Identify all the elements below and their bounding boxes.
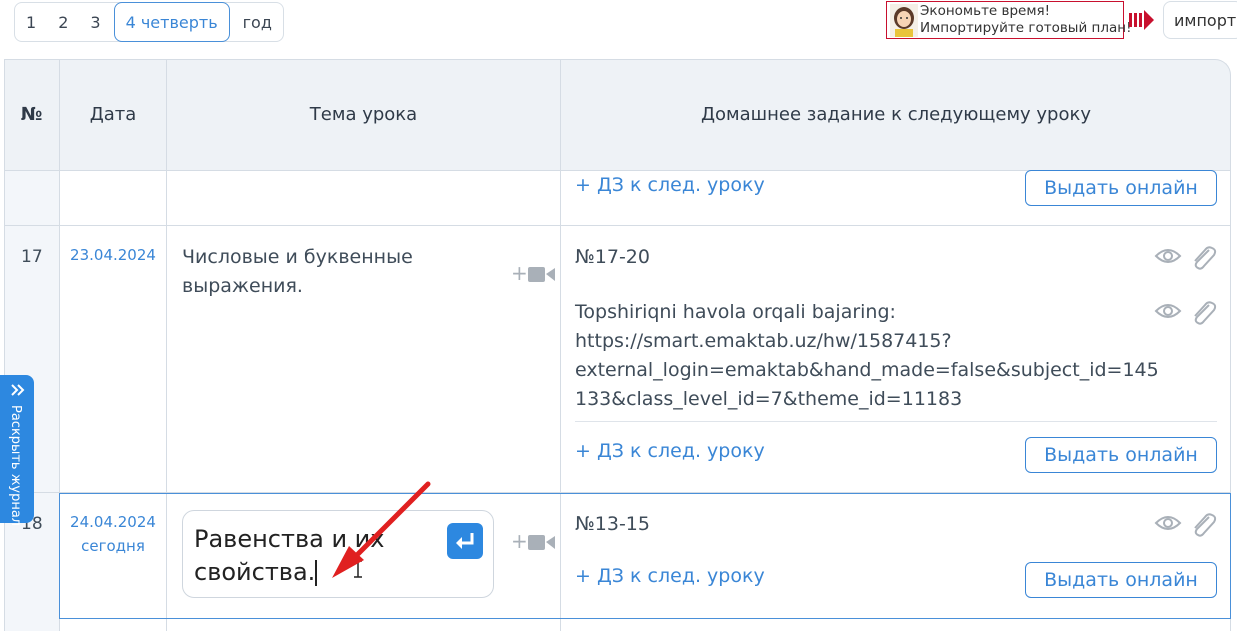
- tab-quarter-1[interactable]: 1: [15, 4, 47, 40]
- homework-text: №13-15: [575, 513, 650, 535]
- topic-input-line-text: свойства.: [194, 558, 316, 586]
- promo-text: Экономьте время! Импортируйте готовый пл…: [920, 3, 1132, 37]
- header-date: Дата: [89, 104, 137, 125]
- text-caret: [315, 560, 318, 586]
- add-homework-link[interactable]: + ДЗ к след. уроку: [575, 440, 765, 462]
- tab-year[interactable]: год: [232, 4, 283, 40]
- lesson-date[interactable]: 23.04.2024: [60, 243, 166, 267]
- video-lesson-icon[interactable]: +: [511, 264, 555, 284]
- header-topic: Тема урока: [309, 104, 418, 125]
- attachment-icon[interactable]: [1189, 511, 1217, 539]
- eye-icon[interactable]: [1154, 246, 1182, 266]
- attachment-icon[interactable]: [1189, 299, 1217, 327]
- homework-line: Topshiriqni havola orqali bajaring:: [575, 301, 896, 323]
- give-online-button[interactable]: Выдать онлайн: [1025, 437, 1217, 473]
- eye-icon[interactable]: [1154, 513, 1182, 533]
- svg-text:+: +: [511, 264, 528, 284]
- promo-line-1: Экономьте время!: [920, 3, 1051, 19]
- homework-line: external_login=emaktab&hand_made=false&s…: [575, 359, 1159, 381]
- quarter-tabs: 1 2 3 4 четверть год: [14, 2, 284, 42]
- row-number: 17: [21, 247, 43, 267]
- lesson-topic[interactable]: Числовые и буквенные выражения.: [182, 243, 482, 301]
- double-chevron-icon: [11, 384, 25, 396]
- tab-quarter-4[interactable]: 4 четверть: [113, 2, 230, 42]
- homework-line: 133&class_level_id=7&theme_id=11183: [575, 388, 963, 410]
- header-number: №: [20, 104, 43, 125]
- tab-quarter-3[interactable]: 3: [79, 4, 111, 40]
- give-online-button[interactable]: Выдать онлайн: [1025, 562, 1217, 598]
- date-value: 24.04.2024: [70, 513, 156, 531]
- homework-line: https://smart.emaktab.uz/hw/1587415?: [575, 330, 952, 352]
- import-button[interactable]: импорт: [1163, 1, 1237, 39]
- enter-icon: [456, 533, 474, 549]
- expand-journal-label-wrap: Раскрыть журнал: [4, 405, 30, 526]
- svg-text:+: +: [511, 532, 528, 552]
- lesson-date[interactable]: 24.04.2024 сегодня: [60, 510, 166, 558]
- expand-journal-label: Раскрыть журнал: [8, 405, 23, 527]
- add-homework-link[interactable]: + ДЗ к след. уроку: [575, 174, 765, 196]
- avatar-icon: [890, 4, 918, 37]
- eye-icon[interactable]: [1154, 301, 1182, 321]
- enter-button[interactable]: [447, 523, 483, 559]
- attachment-icon[interactable]: [1189, 244, 1217, 272]
- tab-quarter-2[interactable]: 2: [47, 4, 79, 40]
- expand-journal-tab[interactable]: Раскрыть журнал: [0, 375, 34, 526]
- video-lesson-icon[interactable]: +: [511, 532, 555, 552]
- add-homework-link[interactable]: + ДЗ к след. уроку: [575, 565, 765, 587]
- arrow-right-icon: [1129, 10, 1154, 30]
- today-label: сегодня: [81, 537, 145, 555]
- give-online-button[interactable]: Выдать онлайн: [1025, 170, 1217, 206]
- header-homework: Домашнее задание к следующему уроку: [700, 104, 1092, 125]
- annotation-arrow: [332, 481, 431, 578]
- homework-link-text: Topshiriqni havola orqali bajaring: http…: [575, 298, 1159, 414]
- homework-text: №17-20: [575, 246, 650, 268]
- promo-line-2: Импортируйте готовый план!: [920, 20, 1132, 36]
